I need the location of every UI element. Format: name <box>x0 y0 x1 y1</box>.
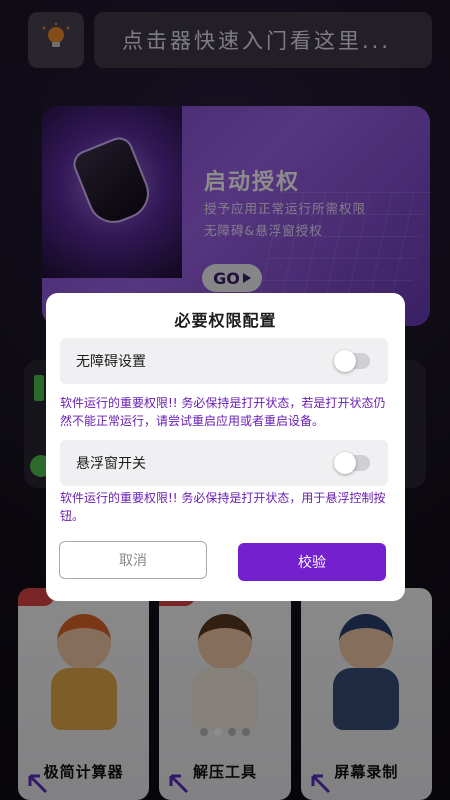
floating-window-toggle[interactable] <box>334 452 370 474</box>
floating-window-note: 软件运行的重要权限!! 务必保持是打开状态，用于悬浮控制按钮。 <box>60 491 386 523</box>
accessibility-setting-label: 无障碍设置 <box>76 354 146 370</box>
floating-window-label: 悬浮窗开关 <box>76 456 146 472</box>
toggle-knob <box>334 350 356 372</box>
floating-window-row[interactable]: 悬浮窗开关 <box>60 440 388 486</box>
dialog-title: 必要权限配置 <box>174 311 277 330</box>
accessibility-setting-row[interactable]: 无障碍设置 <box>60 338 388 384</box>
verify-button[interactable]: 校验 <box>238 543 386 581</box>
accessibility-toggle[interactable] <box>334 350 370 372</box>
permission-config-dialog: 必要权限配置 无障碍设置 软件运行的重要权限!! 务必保持是打开状态，若是打开状… <box>46 293 405 601</box>
cancel-button[interactable]: 取消 <box>59 541 207 579</box>
accessibility-note: 软件运行的重要权限!! 务必保持是打开状态，若是打开状态仍然不能正常运行，请尝试… <box>60 396 386 428</box>
toggle-knob <box>334 452 356 474</box>
